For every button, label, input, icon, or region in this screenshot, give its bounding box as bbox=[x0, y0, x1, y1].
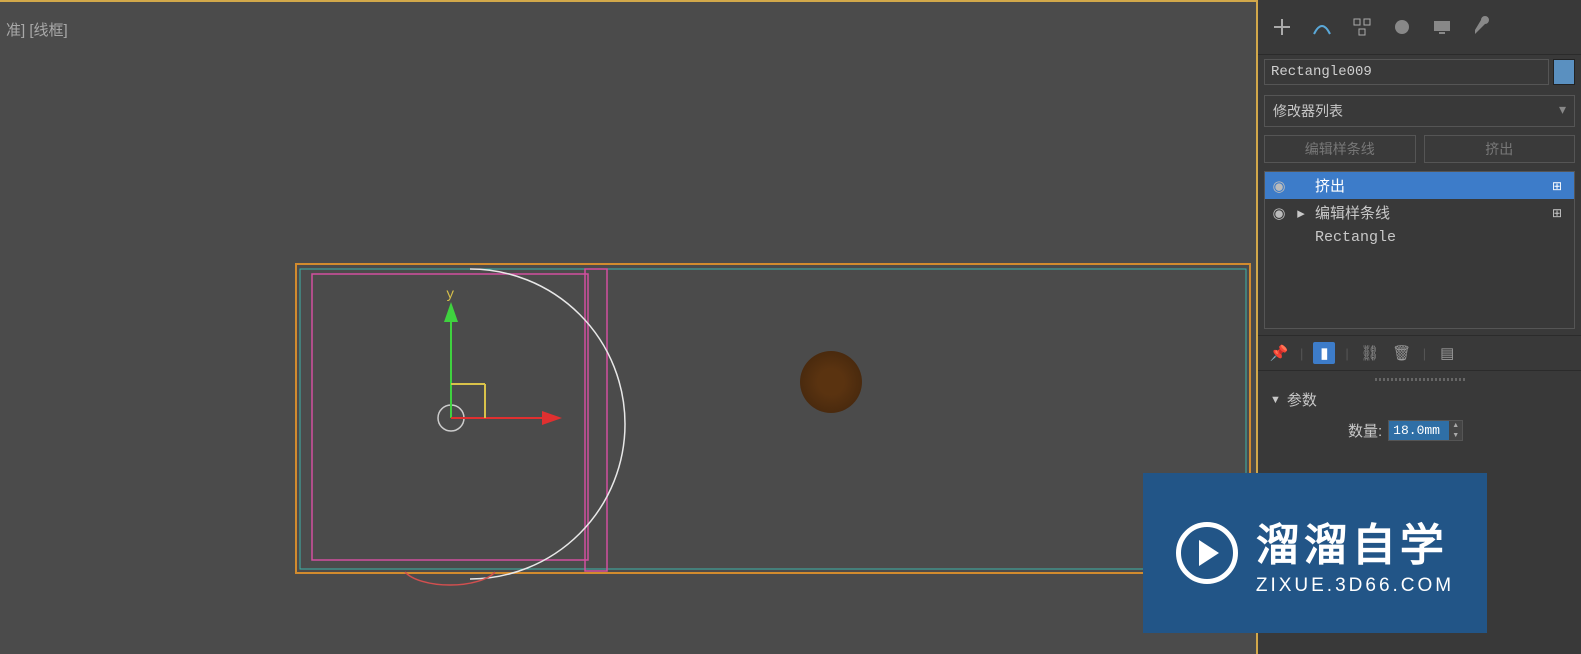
collapse-icon: ▼ bbox=[1270, 394, 1281, 406]
stack-toolbar: 📌 | ▮ | ⛓ 🗑 | ▤ bbox=[1258, 335, 1581, 371]
modifier-stack[interactable]: ◉ 挤出 ⊞ ◉ ▸ 编辑样条线 ⊞ Rectangle bbox=[1264, 171, 1575, 329]
watermark-subtitle: ZIXUE.3D66.COM bbox=[1256, 575, 1454, 597]
make-unique-icon[interactable]: ⛓ bbox=[1359, 342, 1381, 364]
rollout-header[interactable]: ▼ 参数 bbox=[1258, 383, 1581, 416]
modifier-list-dropdown[interactable]: 修改器列表 bbox=[1264, 95, 1575, 127]
amount-input[interactable] bbox=[1389, 421, 1449, 440]
edit-spline-button[interactable]: 编辑样条线 bbox=[1264, 135, 1416, 163]
stack-item-rectangle[interactable]: Rectangle bbox=[1265, 226, 1574, 249]
watermark-title: 溜溜自学 bbox=[1256, 509, 1448, 573]
amount-param-row: 数量: ▲▼ bbox=[1258, 416, 1581, 445]
stack-end-icon: ⊞ bbox=[1552, 179, 1568, 193]
svg-text:y: y bbox=[446, 287, 454, 303]
modifier-buttons: 编辑样条线 挤出 bbox=[1258, 133, 1581, 165]
click-highlight bbox=[800, 351, 862, 413]
watermark: 溜溜自学 ZIXUE.3D66.COM bbox=[1143, 473, 1487, 633]
rollout-title: 参数 bbox=[1287, 389, 1317, 410]
play-icon bbox=[1176, 522, 1238, 584]
create-tab-icon[interactable] bbox=[1268, 13, 1296, 41]
visibility-icon[interactable]: ◉ bbox=[1271, 204, 1287, 222]
extrude-button[interactable]: 挤出 bbox=[1424, 135, 1576, 163]
visibility-icon[interactable]: ◉ bbox=[1271, 177, 1287, 195]
stack-end-icon: ⊞ bbox=[1552, 206, 1568, 220]
stack-item-edit-spline[interactable]: ◉ ▸ 编辑样条线 ⊞ bbox=[1265, 199, 1574, 226]
viewport[interactable]: 准] [线框] y bbox=[0, 0, 1258, 654]
display-tab-icon[interactable] bbox=[1428, 13, 1456, 41]
delete-modifier-icon[interactable]: 🗑 bbox=[1391, 342, 1413, 364]
spinner-arrows[interactable]: ▲▼ bbox=[1449, 421, 1462, 440]
object-color-swatch[interactable] bbox=[1553, 59, 1575, 85]
stack-item-extrude[interactable]: ◉ 挤出 ⊞ bbox=[1265, 172, 1574, 199]
rollout-grip-icon[interactable] bbox=[1258, 375, 1581, 383]
pin-icon[interactable]: 📌 bbox=[1268, 342, 1290, 364]
motion-tab-icon[interactable] bbox=[1388, 13, 1416, 41]
show-end-result-icon[interactable]: ▮ bbox=[1313, 342, 1335, 364]
panel-tabs bbox=[1258, 0, 1581, 55]
configure-sets-icon[interactable]: ▤ bbox=[1436, 342, 1458, 364]
amount-label: 数量: bbox=[1348, 420, 1382, 441]
utilities-tab-icon[interactable] bbox=[1468, 13, 1496, 41]
expand-icon[interactable]: ▸ bbox=[1295, 204, 1307, 222]
viewport-graphics: y bbox=[0, 2, 1256, 654]
object-name-input[interactable] bbox=[1264, 59, 1549, 85]
object-name-row bbox=[1258, 55, 1581, 89]
hierarchy-tab-icon[interactable] bbox=[1348, 13, 1376, 41]
modify-tab-icon[interactable] bbox=[1308, 13, 1336, 41]
amount-spinner[interactable]: ▲▼ bbox=[1388, 420, 1463, 441]
